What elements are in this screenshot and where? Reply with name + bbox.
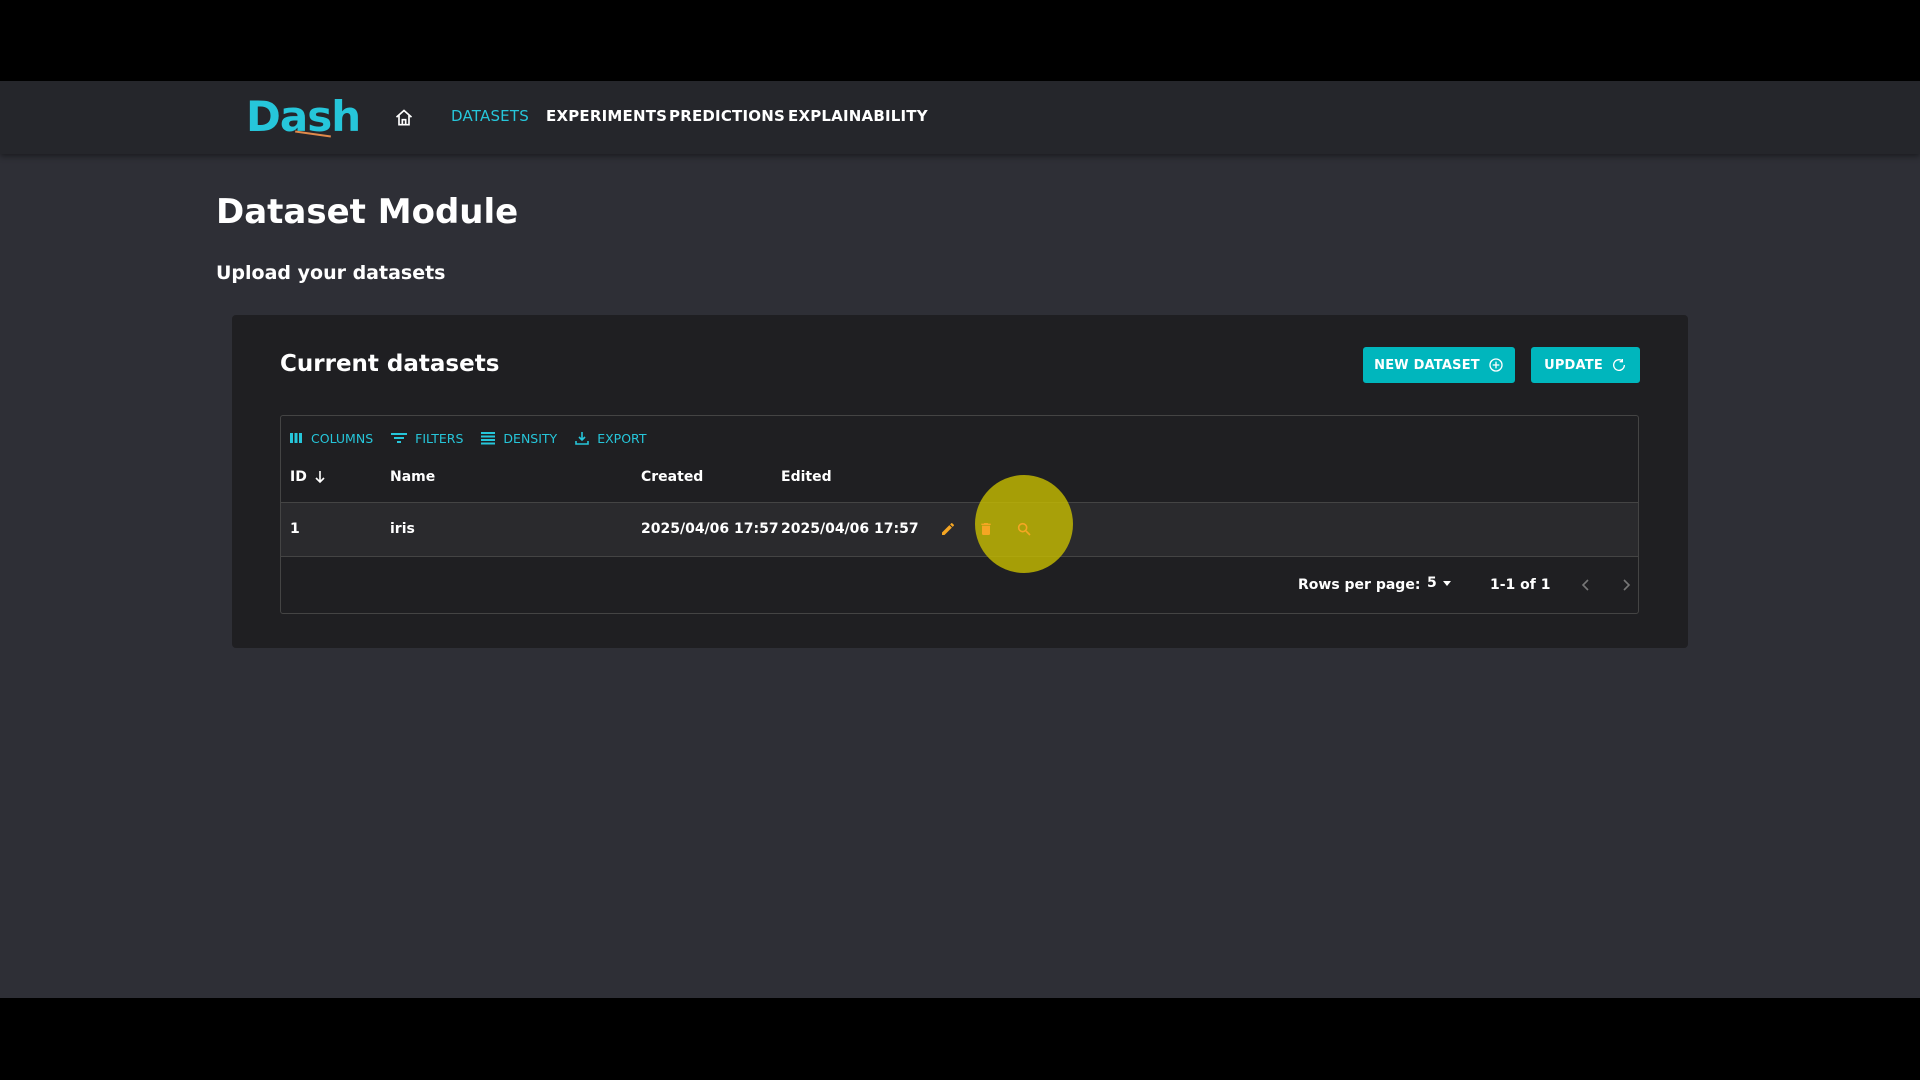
filters-label: FILTERS [415, 430, 464, 446]
density-label: DENSITY [503, 430, 558, 446]
grid-header: ID Name Created Edited [281, 452, 1638, 503]
datasets-card: Current datasets NEW DATASET UPDATE COLU… [232, 315, 1688, 648]
chevron-right-icon [1623, 579, 1631, 591]
export-label: EXPORT [597, 430, 647, 446]
page-title: Dataset Module [216, 192, 519, 232]
rows-per-page-value: 5 [1427, 575, 1437, 591]
download-icon [575, 432, 590, 445]
nav-datasets[interactable]: DATASETS [451, 107, 529, 125]
update-label: UPDATE [1544, 357, 1603, 373]
columns-label: COLUMNS [311, 430, 374, 446]
trash-icon [981, 523, 991, 535]
column-header-created[interactable]: Created [641, 469, 703, 485]
nav-predictions[interactable]: PREDICTIONS [669, 107, 785, 125]
cell-created: 2025/04/06 17:57 [641, 521, 779, 537]
rows-per-page-select[interactable]: 5 [1427, 575, 1453, 591]
next-page-button[interactable] [1614, 573, 1638, 597]
card-title: Current datasets [280, 351, 500, 377]
view-button[interactable] [1011, 516, 1037, 542]
nav-explainability[interactable]: EXPLAINABILITY [788, 107, 928, 125]
density-button[interactable]: DENSITY [481, 428, 557, 448]
nav-experiments[interactable]: EXPERIMENTS [546, 107, 667, 125]
app-bar: Dash DATASETS EXPERIMENTS PREDICTIONS EX… [0, 81, 1920, 154]
app-screen: Dash DATASETS EXPERIMENTS PREDICTIONS EX… [0, 81, 1920, 998]
column-header-id[interactable]: ID [290, 469, 327, 485]
grid-toolbar: COLUMNS FILTERS DENSITY EXPORT [289, 428, 646, 448]
chevron-left-icon [1581, 579, 1589, 591]
update-button[interactable]: UPDATE [1531, 347, 1640, 383]
previous-page-button[interactable] [1574, 573, 1598, 597]
filter-icon [391, 433, 408, 443]
density-icon [481, 432, 496, 445]
datasets-grid: COLUMNS FILTERS DENSITY EXPORT ID Name C… [280, 415, 1639, 614]
pencil-icon [942, 522, 954, 535]
pagination-info: 1-1 of 1 [1490, 577, 1551, 593]
cell-edited: 2025/04/06 17:57 [781, 521, 919, 537]
new-dataset-label: NEW DATASET [1374, 357, 1480, 373]
column-header-name[interactable]: Name [390, 469, 435, 485]
delete-button[interactable] [973, 516, 999, 542]
rows-per-page-label: Rows per page: [1298, 577, 1421, 593]
table-row[interactable]: 1 iris 2025/04/06 17:57 2025/04/06 17:57 [281, 475, 1638, 573]
caret-down-icon [1442, 581, 1451, 586]
column-header-id-label: ID [290, 469, 307, 485]
add-circle-icon [1489, 358, 1503, 372]
home-icon [395, 109, 413, 126]
search-icon [1017, 522, 1031, 536]
column-header-edited[interactable]: Edited [781, 469, 832, 485]
export-button[interactable]: EXPORT [575, 428, 646, 448]
page-subtitle: Upload your datasets [216, 262, 446, 284]
columns-icon [290, 433, 302, 443]
sort-arrow-down-icon [315, 471, 325, 484]
cell-id: 1 [290, 521, 300, 537]
cell-name: iris [390, 521, 415, 537]
refresh-icon [1612, 359, 1625, 371]
filters-button[interactable]: FILTERS [391, 428, 463, 448]
home-button[interactable] [391, 105, 417, 131]
grid-footer: Rows per page: 5 1-1 of 1 [281, 557, 1638, 613]
columns-button[interactable]: COLUMNS [289, 428, 373, 448]
new-dataset-button[interactable]: NEW DATASET [1363, 347, 1515, 383]
edit-button[interactable] [935, 516, 961, 542]
